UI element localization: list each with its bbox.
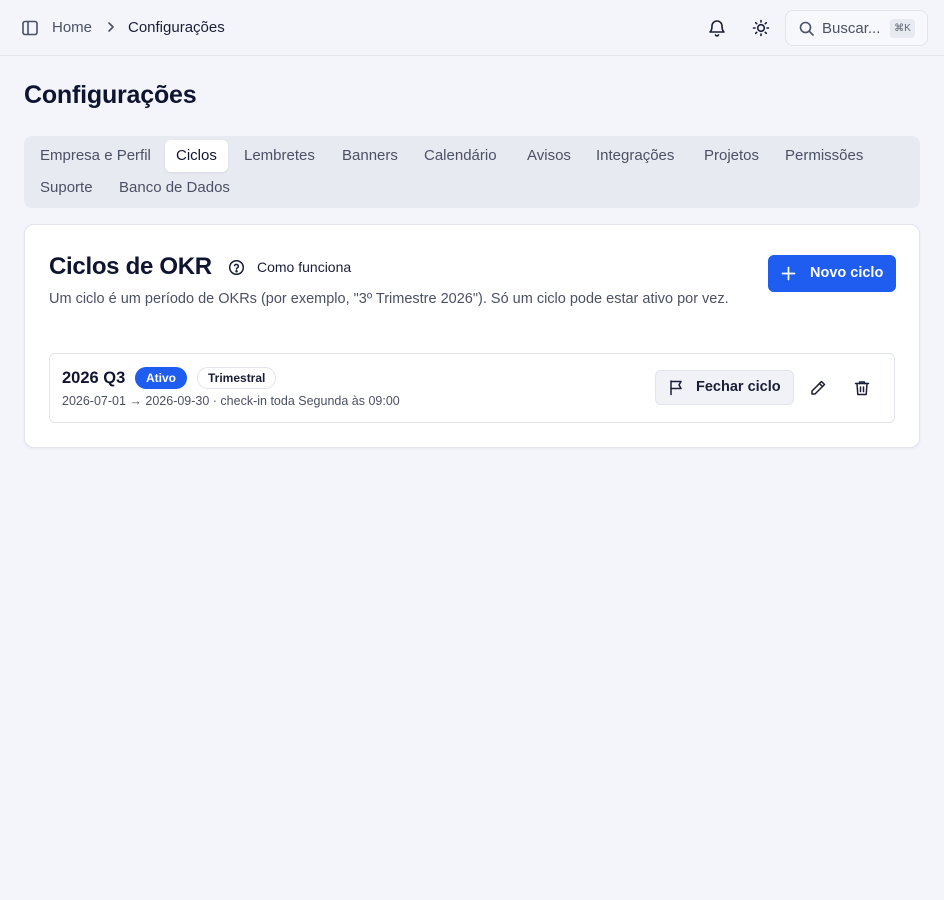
flag-icon: [668, 379, 685, 396]
edit-pencil-icon[interactable]: [809, 379, 827, 397]
plus-icon: [781, 266, 796, 281]
tab-projetos[interactable]: Projetos: [693, 140, 770, 172]
cycle-type-badge: Trimestral: [197, 367, 277, 389]
how-it-works-link[interactable]: Como funciona: [257, 259, 351, 275]
search-button[interactable]: Buscar... ⌘K: [785, 10, 928, 46]
top-bar: Home Configurações Buscar... ⌘K: [0, 0, 944, 56]
tab-suporte[interactable]: Suporte: [29, 172, 104, 204]
status-badge: Ativo: [135, 367, 187, 389]
tab-empresa-e-perfil[interactable]: Empresa e Perfil: [29, 140, 162, 172]
tab-integracoes[interactable]: Integrações: [585, 140, 685, 172]
tab-permissoes[interactable]: Permissões: [774, 140, 874, 172]
card-description: Um ciclo é um período de OKRs (por exemp…: [49, 291, 729, 307]
chevron-right-icon: [104, 20, 118, 34]
breadcrumb-current: Configurações: [128, 19, 225, 36]
card-title: Ciclos de OKR: [49, 253, 212, 280]
sun-icon[interactable]: [751, 18, 771, 38]
tab-lembretes[interactable]: Lembretes: [233, 140, 326, 172]
close-cycle-label: Fechar ciclo: [696, 379, 781, 395]
tab-banners[interactable]: Banners: [331, 140, 409, 172]
bell-icon[interactable]: [707, 18, 727, 38]
page-title: Configurações: [24, 81, 197, 109]
new-cycle-button[interactable]: Novo ciclo: [768, 255, 896, 292]
tab-ciclos[interactable]: Ciclos: [165, 140, 228, 172]
tab-banco-de-dados[interactable]: Banco de Dados: [108, 172, 241, 204]
cycle-name: 2026 Q3: [62, 369, 126, 387]
cycles-card: Ciclos de OKR Como funciona Um ciclo é u…: [24, 224, 920, 448]
breadcrumb-home[interactable]: Home: [52, 19, 92, 36]
settings-tabs: Empresa e Perfil Ciclos Lembretes Banner…: [24, 136, 920, 208]
new-cycle-label: Novo ciclo: [810, 265, 884, 281]
search-label: Buscar...: [822, 20, 881, 37]
search-shortcut: ⌘K: [890, 19, 915, 38]
search-icon: [798, 20, 815, 37]
tab-calendario[interactable]: Calendário: [413, 140, 508, 172]
cycle-meta: 2026-07-01 → 2026-09-30 · check-in toda …: [62, 394, 400, 408]
sidebar-toggle-icon[interactable]: [21, 19, 39, 37]
tab-avisos[interactable]: Avisos: [516, 140, 582, 172]
help-circle-icon[interactable]: [228, 259, 245, 276]
close-cycle-button[interactable]: Fechar ciclo: [655, 370, 794, 405]
cycle-row: 2026 Q3 Ativo Trimestral 2026-07-01 → 20…: [49, 353, 895, 423]
trash-icon[interactable]: [853, 379, 871, 397]
